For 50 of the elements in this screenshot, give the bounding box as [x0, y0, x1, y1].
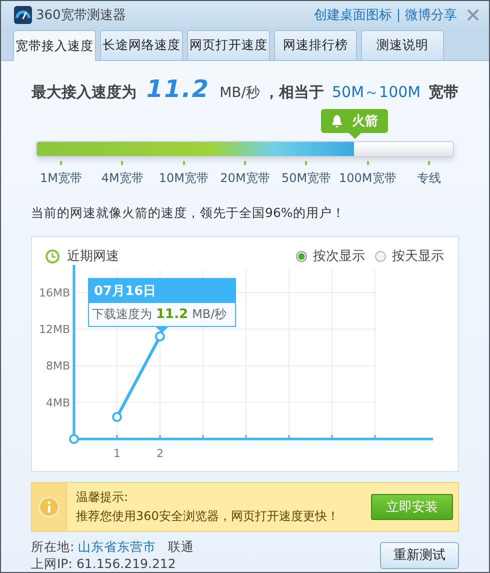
location-link[interactable]: 山东省东营市: [78, 538, 156, 555]
tooltip-unit: MB/秒: [192, 306, 227, 323]
speed-unit: MB/秒: [220, 84, 260, 102]
window-title: 360宽带测速器: [36, 7, 126, 24]
retest-button[interactable]: 重新测试: [380, 542, 459, 568]
tooltip-label: 下载速度为: [92, 306, 152, 323]
data-point[interactable]: [112, 412, 122, 422]
info-icon: [39, 497, 59, 517]
chart-title: 近期网速: [67, 248, 119, 265]
speed-value: 11.2: [146, 75, 210, 103]
tab[interactable]: 网页打开速度: [187, 30, 270, 60]
y-axis-label: 12MB: [38, 323, 70, 336]
x-axis-label: 1: [114, 447, 120, 460]
title-link[interactable]: 微博分享: [405, 6, 457, 24]
tab[interactable]: 宽带接入速度: [13, 30, 96, 61]
location-label: 所在地:: [31, 538, 74, 555]
y-axis-label: 4MB: [46, 396, 70, 410]
radio-option[interactable]: 按次显示: [296, 247, 365, 265]
meter-tick-label: 1M宽带: [40, 170, 82, 187]
meter-tick-label: 4M宽带: [101, 170, 144, 187]
y-axis-label: 16MB: [38, 286, 70, 300]
bandwidth-value: 50M～100M: [332, 83, 421, 102]
ip-label: 上网IP:: [31, 555, 72, 572]
meter-tick-label: 100M宽带: [339, 170, 396, 187]
meter-tick-label: 50M宽带: [282, 170, 332, 187]
tab[interactable]: 测速说明: [361, 30, 444, 60]
tip-message: 推荐您使用360安全浏览器，网页打开速度更快！: [76, 508, 340, 525]
data-point[interactable]: [155, 331, 165, 342]
tab[interactable]: 长途网络速度: [100, 30, 183, 60]
tooltip-value: 11.2: [156, 307, 188, 322]
meter-tick-label: 10M宽带: [158, 170, 208, 187]
meter-tick-label: 20M宽带: [220, 170, 270, 187]
tip-title: 温馨提示:: [76, 489, 130, 506]
title-link[interactable]: 创建桌面图标: [314, 6, 392, 24]
tooltip-date: 07月16日: [89, 279, 235, 303]
close-icon[interactable]: [467, 9, 479, 21]
headline-label: 最大接入速度为: [31, 83, 136, 102]
headline-label: ，相当于: [264, 83, 324, 102]
isp-name: 联通: [168, 538, 194, 555]
y-axis-label: 8MB: [46, 360, 70, 373]
clock-icon: [45, 248, 60, 264]
app-logo-icon: [14, 6, 32, 24]
headline-label: 宽带: [428, 83, 459, 102]
meter-tick-label: 专线: [416, 170, 441, 187]
ip-address: 61.156.219.212: [76, 555, 176, 572]
tab[interactable]: 网速排行榜: [274, 30, 357, 60]
summary-text: 当前的网速就像火箭的速度，领先于全国96%的用户！: [31, 205, 346, 222]
radio-option[interactable]: 按天显示: [375, 247, 444, 265]
rank-badge: 火箭: [320, 109, 388, 133]
x-axis-label: 2: [156, 447, 164, 460]
